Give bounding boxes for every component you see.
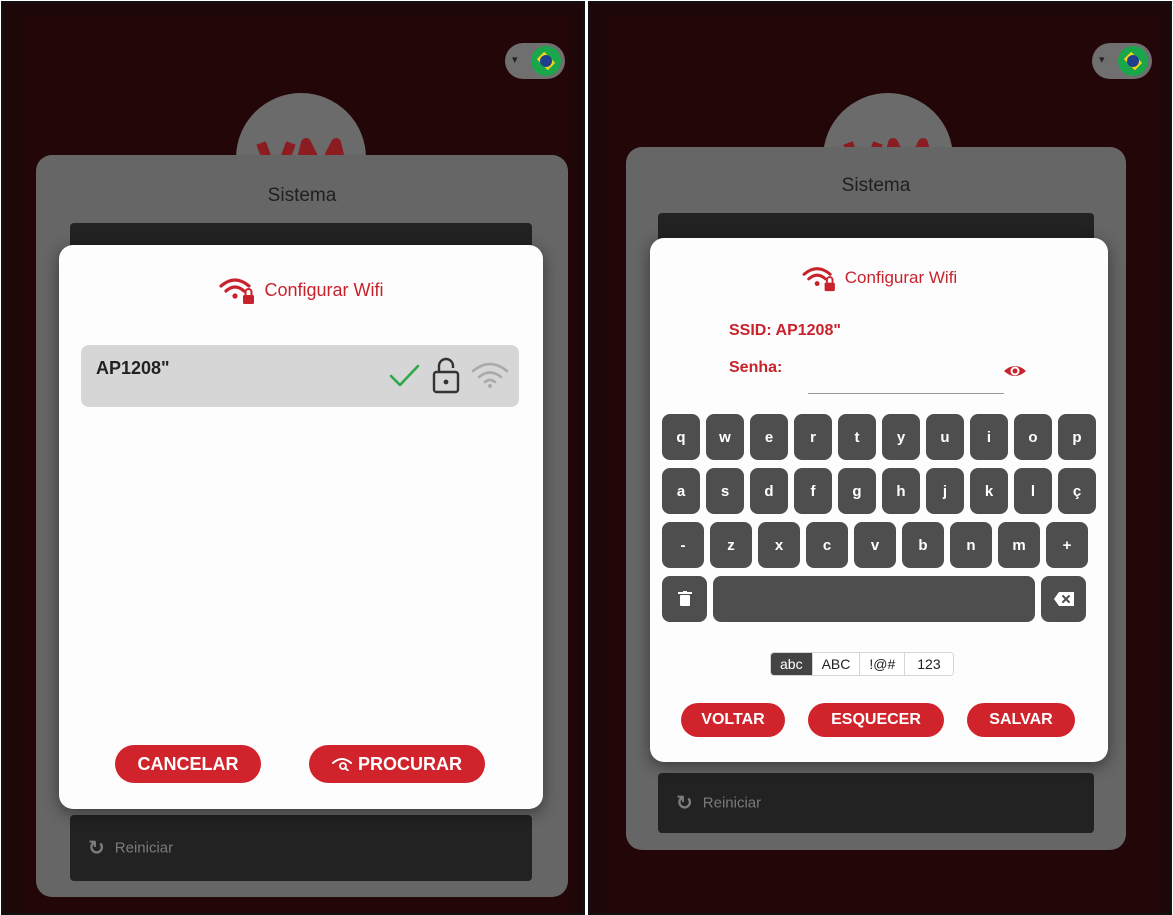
wifi-lock-icon (219, 278, 255, 304)
keyboard-mode-numbers[interactable]: 123 (905, 653, 953, 675)
key-f[interactable]: f (794, 468, 832, 514)
key-b[interactable]: b (902, 522, 944, 568)
password-label: Senha: (729, 359, 783, 376)
back-button[interactable]: VOLTAR (681, 703, 785, 737)
key-y[interactable]: y (882, 414, 920, 460)
keyboard-row: - z x c v b n m + (662, 522, 1096, 568)
key-ç[interactable]: ç (1058, 468, 1096, 514)
dialog-title-text: Configurar Wifi (844, 268, 958, 287)
reiniciar-button[interactable]: ↻ Reiniciar (658, 773, 1094, 833)
wifi-icon (471, 362, 509, 388)
lock-open-icon (432, 357, 460, 394)
key-h[interactable]: h (882, 468, 920, 514)
key-z[interactable]: z (710, 522, 752, 568)
key-p[interactable]: p (1058, 414, 1096, 460)
cancel-button[interactable]: CANCELAR (115, 745, 261, 783)
app-background: ▾ Sistema ↻ Reiniciar (21, 15, 571, 913)
system-title: Sistema (267, 185, 337, 206)
key-d[interactable]: d (750, 468, 788, 514)
key-i[interactable]: i (970, 414, 1008, 460)
screen-password: ▾ Sistema ↻ Reiniciar Configurar Wifi SS… (588, 1, 1172, 915)
key-q[interactable]: q (662, 414, 700, 460)
keyboard-mode-abc-upper[interactable]: ABC (812, 653, 861, 675)
language-toggle[interactable]: ▾ (1092, 43, 1152, 79)
key-c[interactable]: c (806, 522, 848, 568)
wifi-scan-dialog: Configurar Wifi AP1208" CANCELAR PROCURA… (59, 245, 543, 809)
dialog-title-text: Configurar Wifi (264, 279, 384, 300)
key-a[interactable]: a (662, 468, 700, 514)
reiniciar-label: Reiniciar (702, 794, 762, 812)
brazil-flag-icon (1118, 46, 1148, 76)
reiniciar-label: Reiniciar (114, 839, 174, 857)
key-l[interactable]: l (1014, 468, 1052, 514)
eye-icon[interactable] (1003, 360, 1027, 382)
language-toggle[interactable]: ▾ (505, 43, 565, 79)
keyboard-mode-abc-lower[interactable]: abc (771, 653, 813, 675)
save-button[interactable]: SALVAR (967, 703, 1075, 737)
reiniciar-button[interactable]: ↻ Reiniciar (70, 815, 532, 881)
key-r[interactable]: r (794, 414, 832, 460)
app-background: ▾ Sistema ↻ Reiniciar (608, 15, 1158, 913)
virtual-keyboard: qwertyuiop asdfghjklç - z x c v b n m + (662, 414, 1096, 630)
key-x[interactable]: x (758, 522, 800, 568)
key-g[interactable]: g (838, 468, 876, 514)
space-key[interactable] (713, 576, 1035, 622)
backspace-icon (1053, 592, 1074, 606)
key-v[interactable]: v (854, 522, 896, 568)
keyboard-mode-symbols[interactable]: !@# (860, 653, 906, 675)
key-m[interactable]: m (998, 522, 1040, 568)
screen-scan: ▾ Sistema ↻ Reiniciar Configurar Wifi AP… (1, 1, 585, 915)
key-s[interactable]: s (706, 468, 744, 514)
network-list-item[interactable]: AP1208" (81, 345, 519, 407)
key-k[interactable]: k (970, 468, 1008, 514)
system-title: Sistema (841, 175, 911, 196)
brazil-flag-icon (531, 46, 561, 76)
keyboard-row: qwertyuiop (662, 414, 1096, 460)
wifi-find-icon (331, 758, 352, 771)
key-n[interactable]: n (950, 522, 992, 568)
backspace-key[interactable] (1041, 576, 1086, 622)
dialog-title: Configurar Wifi (650, 264, 1108, 292)
search-button[interactable]: PROCURAR (309, 745, 485, 783)
key-plus[interactable]: + (1046, 522, 1088, 568)
key-t[interactable]: t (838, 414, 876, 460)
ssid-label: SSID: AP1208" (729, 322, 841, 339)
key-j[interactable]: j (926, 468, 964, 514)
wifi-password-dialog: Configurar Wifi SSID: AP1208" Senha: qwe… (650, 238, 1108, 762)
keyboard-row (662, 576, 1096, 622)
chevron-down-icon: ▾ (512, 54, 518, 66)
key-e[interactable]: e (750, 414, 788, 460)
network-ssid: AP1208" (96, 358, 170, 378)
refresh-icon: ↻ (88, 837, 105, 860)
chevron-down-icon: ▾ (1099, 54, 1105, 66)
key-u[interactable]: u (926, 414, 964, 460)
keyboard-mode-selector: abc ABC !@# 123 (770, 652, 954, 676)
checkmark-icon (389, 364, 420, 387)
key-minus[interactable]: - (662, 522, 704, 568)
password-input[interactable] (808, 354, 1004, 394)
keyboard-row: asdfghjklç (662, 468, 1096, 514)
trash-icon (677, 591, 692, 606)
forget-button[interactable]: ESQUECER (808, 703, 944, 737)
dialog-title: Configurar Wifi (59, 275, 543, 305)
key-o[interactable]: o (1014, 414, 1052, 460)
clear-key[interactable] (662, 576, 707, 622)
key-w[interactable]: w (706, 414, 744, 460)
wifi-lock-icon (802, 267, 835, 292)
refresh-icon: ↻ (676, 792, 693, 815)
